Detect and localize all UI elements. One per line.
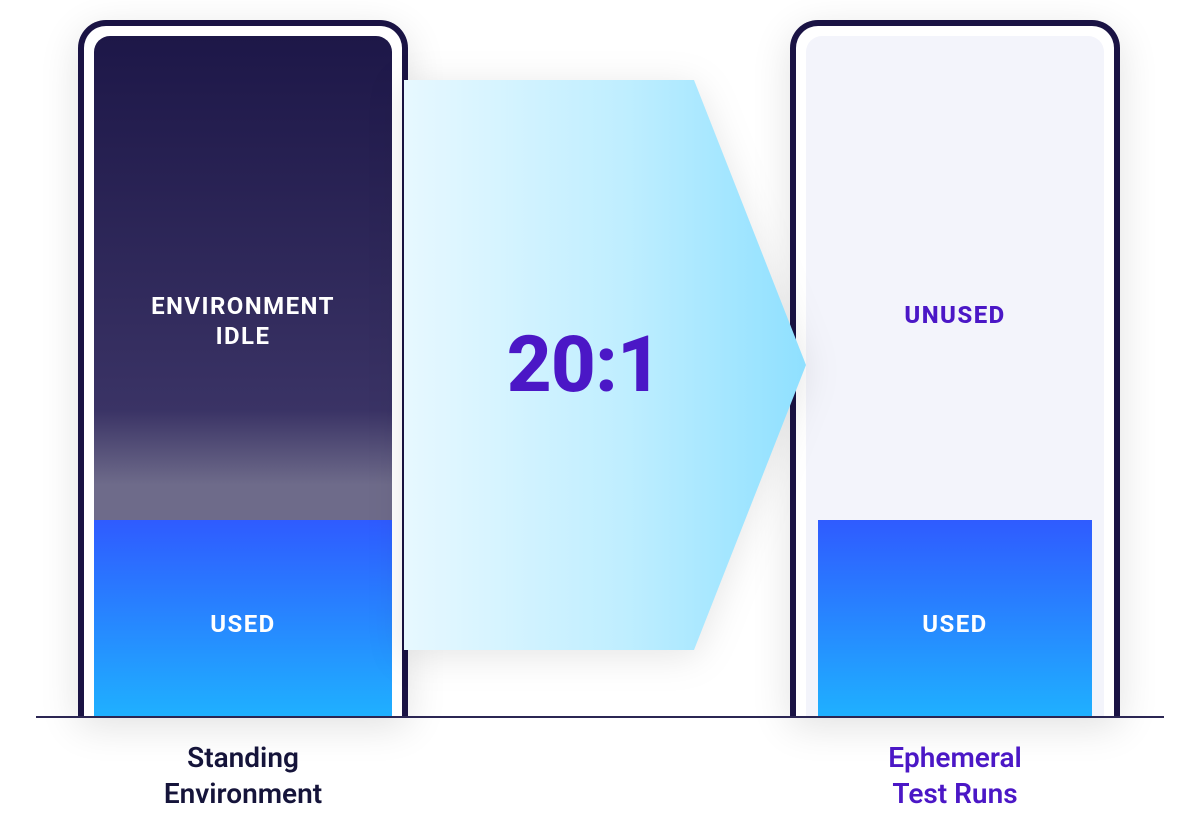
standing-environment-caption: Standing Environment [78,740,408,813]
ephemeral-caption-line1: Ephemeral [888,741,1022,774]
standing-environment-phone: ENVIRONMENT IDLE USED [78,20,408,716]
environment-idle-line1: ENVIRONMENT [151,292,335,320]
ephemeral-screen: UNUSED USED [806,36,1104,716]
standing-caption-line2: Environment [164,777,322,810]
standing-used-label: USED [94,610,392,638]
ephemeral-caption: Ephemeral Test Runs [790,740,1120,813]
ephemeral-used-label: USED [806,610,1104,638]
ephemeral-caption-line2: Test Runs [892,777,1017,810]
environment-idle-label: ENVIRONMENT IDLE [94,291,392,351]
ephemeral-phone: UNUSED USED [790,20,1120,716]
standing-environment-screen: ENVIRONMENT IDLE USED [94,36,392,716]
environment-idle-line2: IDLE [216,322,271,350]
baseline-rule [36,716,1164,718]
standing-caption-line1: Standing [187,741,299,774]
unused-label: UNUSED [806,301,1104,329]
diagram-stage: ENVIRONMENT IDLE USED UNUSED USED [0,0,1200,819]
ratio-label: 20:1 [404,80,764,650]
